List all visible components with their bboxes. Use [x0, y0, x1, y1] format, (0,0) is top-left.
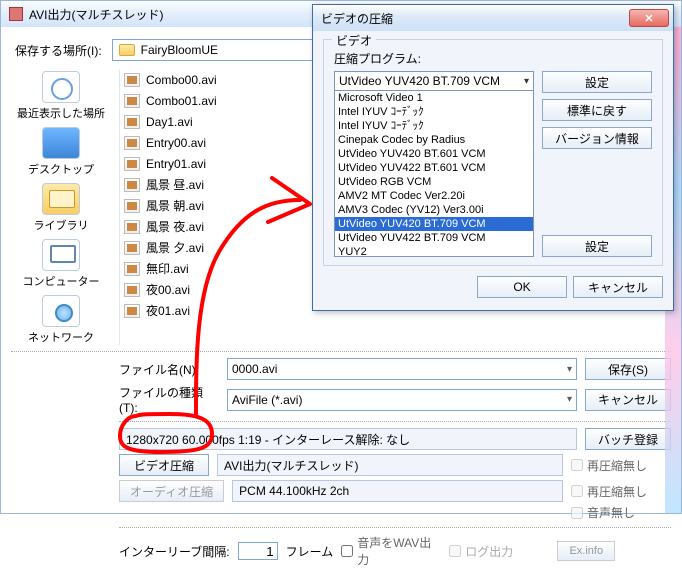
no-recompress-check[interactable]: 再圧縮無し	[571, 457, 671, 474]
codec-option[interactable]: YUY2	[335, 245, 533, 257]
filetype-combo[interactable]: AviFile (*.avi)	[227, 389, 577, 411]
exinfo-button: Ex.info	[557, 541, 615, 561]
avi-file-icon	[124, 241, 140, 255]
pc-icon	[42, 239, 80, 271]
place-label: デスクトップ	[15, 161, 107, 177]
avi-file-icon	[124, 304, 140, 318]
batch-register-button[interactable]: バッチ登録	[585, 428, 671, 450]
dialog-cancel-button[interactable]: キャンセル	[573, 276, 663, 298]
avi-file-icon	[124, 283, 140, 297]
file-name: Entry01.avi	[146, 157, 206, 171]
folder-icon	[119, 44, 135, 56]
interleave-input[interactable]	[238, 542, 278, 560]
avi-file-icon	[124, 94, 140, 108]
places-bar: 最近表示した場所デスクトップライブラリコンピューターネットワーク	[11, 69, 111, 345]
file-name: 風景 昼.avi	[146, 176, 204, 193]
interleave-label: インターリーブ間隔:	[119, 543, 230, 560]
default-button[interactable]: 標準に戻す	[542, 99, 652, 121]
place-net[interactable]: ネットワーク	[15, 295, 107, 345]
desktop-icon	[42, 127, 80, 159]
settings-button[interactable]: 設定	[542, 71, 652, 93]
no-recompress-audio-check[interactable]: 再圧縮無し	[571, 483, 671, 500]
avi-file-icon	[124, 157, 140, 171]
compress-program-combo[interactable]: UtVideo YUV420 BT.709 VCM	[334, 71, 534, 91]
file-name: 無印.avi	[146, 260, 189, 277]
file-name: Combo00.avi	[146, 73, 217, 87]
close-icon[interactable]: ✕	[629, 9, 669, 27]
codec-option[interactable]: UtVideo YUV420 BT.601 VCM	[335, 147, 533, 161]
place-recent[interactable]: 最近表示した場所	[15, 71, 107, 121]
log-output-check: ログ出力	[449, 543, 549, 560]
file-name: 夜00.avi	[146, 281, 190, 298]
codec-option[interactable]: Cinepak Codec by Radius	[335, 133, 533, 147]
dialog-titlebar[interactable]: ビデオの圧縮 ✕	[313, 5, 673, 31]
save-button[interactable]: 保存(S)	[585, 358, 671, 380]
recent-icon	[42, 71, 80, 103]
video-info-bar: 1280x720 60.000fps 1:19 - インターレース解除: なし	[119, 428, 577, 450]
place-pc[interactable]: コンピューター	[15, 239, 107, 289]
filename-label: ファイル名(N):	[119, 361, 219, 378]
audio-compress-button: オーディオ圧縮	[119, 480, 224, 502]
avi-file-icon	[124, 178, 140, 192]
settings2-button[interactable]: 設定	[542, 235, 652, 257]
file-name: 夜01.avi	[146, 302, 190, 319]
video-compress-button[interactable]: ビデオ圧縮	[119, 454, 209, 476]
wav-output-check[interactable]: 音声をWAV出力	[341, 534, 441, 568]
version-info-button[interactable]: バージョン情報	[542, 127, 652, 149]
avi-file-icon	[124, 136, 140, 150]
file-name: Combo01.avi	[146, 94, 217, 108]
file-name: 風景 朝.avi	[146, 197, 204, 214]
avi-file-icon	[124, 262, 140, 276]
group-title: ビデオ	[332, 32, 376, 49]
main-title: AVI出力(マルチスレッド)	[29, 6, 163, 23]
avi-file-icon	[124, 199, 140, 213]
compress-program-listbox[interactable]: Microsoft Video 1Intel IYUV ｺｰﾃﾞｯｸIntel …	[334, 91, 534, 257]
codec-option[interactable]: Microsoft Video 1	[335, 91, 533, 105]
video-compression-dialog: ビデオの圧縮 ✕ ビデオ 圧縮プログラム: UtVideo YUV420 BT.…	[312, 4, 674, 311]
avi-file-icon	[124, 220, 140, 234]
place-label: コンピューター	[15, 273, 107, 289]
net-icon	[42, 295, 80, 327]
file-name: Day1.avi	[146, 115, 193, 129]
place-label: 最近表示した場所	[15, 105, 107, 121]
filename-input[interactable]: 0000.avi	[227, 358, 577, 380]
place-label: ライブラリ	[15, 217, 107, 233]
folder-name: FairyBloomUE	[141, 43, 218, 57]
audio-compress-value: PCM 44.100kHz 2ch	[232, 480, 563, 502]
codec-option[interactable]: UtVideo RGB VCM	[335, 175, 533, 189]
audio-none-check[interactable]: 音声無し	[571, 504, 671, 521]
lib-icon	[42, 183, 80, 215]
codec-option[interactable]: UtVideo YUV422 BT.709 VCM	[335, 231, 533, 245]
place-lib[interactable]: ライブラリ	[15, 183, 107, 233]
video-group: ビデオ 圧縮プログラム: UtVideo YUV420 BT.709 VCM M…	[323, 39, 663, 266]
avi-file-icon	[124, 73, 140, 87]
place-label: ネットワーク	[15, 329, 107, 345]
interleave-unit: フレーム	[286, 543, 334, 560]
ok-button[interactable]: OK	[477, 276, 567, 298]
codec-option[interactable]: UtVideo YUV420 BT.709 VCM	[335, 217, 533, 231]
codec-option[interactable]: AMV3 Codec (YV12) Ver3.00i	[335, 203, 533, 217]
dialog-title: ビデオの圧縮	[321, 10, 393, 27]
video-compress-value: AVI出力(マルチスレッド)	[217, 454, 563, 476]
compress-program-label: 圧縮プログラム:	[334, 50, 652, 67]
codec-option[interactable]: UtVideo YUV422 BT.601 VCM	[335, 161, 533, 175]
codec-option[interactable]: Intel IYUV ｺｰﾃﾞｯｸ	[335, 105, 533, 119]
place-desktop[interactable]: デスクトップ	[15, 127, 107, 177]
filetype-label: ファイルの種類(T):	[119, 384, 219, 415]
window-icon	[9, 7, 23, 21]
file-name: 風景 夜.avi	[146, 218, 204, 235]
codec-option[interactable]: AMV2 MT Codec Ver2.20i	[335, 189, 533, 203]
avi-file-icon	[124, 115, 140, 129]
cancel-button[interactable]: キャンセル	[585, 389, 671, 411]
file-name: Entry00.avi	[146, 136, 206, 150]
save-location-label: 保存する場所(I):	[15, 42, 102, 59]
codec-option[interactable]: Intel IYUV ｺｰﾃﾞｯｸ	[335, 119, 533, 133]
file-name: 風景 夕.avi	[146, 239, 204, 256]
